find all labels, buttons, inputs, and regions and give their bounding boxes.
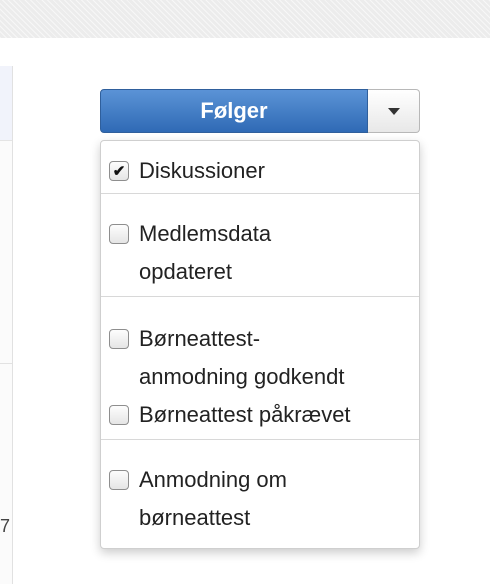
caret-down-icon <box>387 107 400 115</box>
follow-button[interactable]: Følger <box>100 89 368 133</box>
left-panel-header <box>0 66 12 141</box>
menu-item-label-continued: anmodning godkendt <box>139 364 345 389</box>
menu-item-label: Diskussioner <box>139 158 265 183</box>
left-panel <box>0 66 13 584</box>
checkbox-borneattest-pakraevet[interactable] <box>109 405 129 425</box>
menu-item-label: Børneattest påkrævet <box>139 402 351 427</box>
top-strip <box>0 0 490 38</box>
menu-item-anmodning-om-borneattest[interactable]: Anmodning om børneattest <box>101 440 419 548</box>
checkbox-medlemsdata-opdateret[interactable] <box>109 224 129 244</box>
left-panel-number: 7 <box>0 516 11 536</box>
follow-button-group: Følger <box>100 89 420 133</box>
menu-item-borneattest-pakraevet[interactable]: Børneattest påkrævet <box>109 401 351 429</box>
checkbox-anmodning-om-borneattest[interactable] <box>109 470 129 490</box>
dropdown-toggle-button[interactable] <box>368 89 420 133</box>
checkbox-diskussioner[interactable]: ✔ <box>109 161 129 181</box>
menu-item-diskussioner[interactable]: ✔ Diskussioner <box>101 141 419 193</box>
menu-item-borneattest-anmodning-godkendt[interactable]: Børneattest- anmodning godkendt Børneatt… <box>101 297 419 445</box>
check-mark-icon: ✔ <box>112 162 126 180</box>
checkbox-borneattest-anmodning-godkendt[interactable] <box>109 329 129 349</box>
menu-item-medlemsdata-opdateret[interactable]: Medlemsdata opdateret <box>101 194 419 296</box>
menu-item-label: Børneattest- <box>139 326 261 351</box>
menu-item-label-continued: børneattest <box>139 505 251 530</box>
follow-dropdown-menu: ✔ Diskussioner Medlemsdata opdateret Bør… <box>100 140 420 549</box>
menu-item-label: Medlemsdata <box>139 221 272 246</box>
menu-item-label: Anmodning om <box>139 467 287 492</box>
left-panel-divider <box>0 363 12 364</box>
menu-item-label-continued: opdateret <box>139 259 232 284</box>
